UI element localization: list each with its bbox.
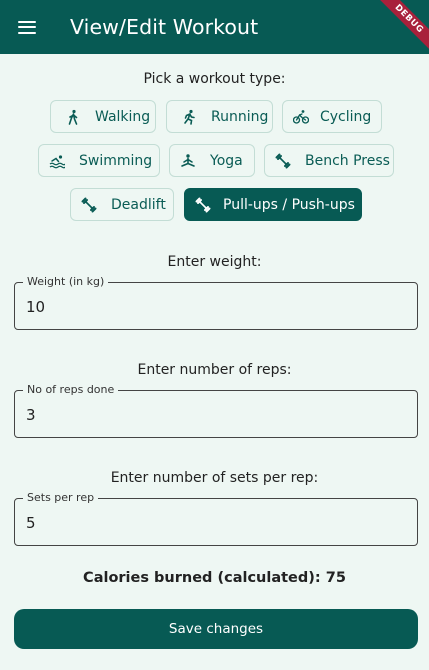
app-bar: View/Edit Workout DEBUG [0,0,429,54]
dumbbell-icon [195,197,211,213]
sets-field-label: Sets per rep [23,491,99,504]
reps-prompt: Enter number of reps: [137,362,292,378]
chip-deadlift[interactable]: Deadlift [70,188,174,221]
dumbbell-icon [81,197,97,213]
debug-banner: DEBUG [371,0,429,54]
sets-field[interactable]: Sets per rep [14,491,418,546]
chip-label: Walking [95,108,151,125]
chip-yoga[interactable]: Yoga [169,144,255,177]
running-icon [181,109,197,125]
menu-button[interactable] [0,0,54,54]
weight-field[interactable]: Weight (in kg) [14,275,418,330]
reps-input[interactable] [26,404,406,426]
cycling-icon [293,109,309,125]
dumbbell-icon [275,153,291,169]
save-changes-button[interactable]: Save changes [14,609,418,649]
sets-prompt: Enter number of sets per rep: [110,470,319,486]
chip-bench-press[interactable]: Bench Press [264,144,394,177]
chip-label: Pull-ups / Push-ups [223,196,355,213]
weight-field-label: Weight (in kg) [23,275,109,288]
weight-input[interactable] [26,296,406,318]
chip-running[interactable]: Running [166,100,273,133]
reps-field[interactable]: No of reps done [14,383,418,438]
chip-label: Yoga [210,152,243,169]
weight-prompt: Enter weight: [167,254,262,270]
hamburger-menu-icon [18,20,36,34]
chip-swimming[interactable]: Swimming [38,144,160,177]
chip-cycling[interactable]: Cycling [282,100,382,133]
swimming-icon [49,153,65,169]
chip-label: Cycling [320,108,372,125]
sets-input[interactable] [26,512,406,534]
chip-label: Running [211,108,269,125]
workout-type-prompt: Pick a workout type: [143,71,286,87]
page-title: View/Edit Workout [70,15,259,39]
reps-field-label: No of reps done [23,383,119,396]
chip-label: Bench Press [305,152,390,169]
calories-burned: Calories burned (calculated): 75 [83,570,346,586]
yoga-icon [180,153,196,169]
chip-label: Deadlift [111,196,166,213]
chip-label: Swimming [79,152,153,169]
walking-icon [65,109,81,125]
chip-pullups-pushups[interactable]: Pull-ups / Push-ups [184,188,362,221]
chip-walking[interactable]: Walking [50,100,156,133]
